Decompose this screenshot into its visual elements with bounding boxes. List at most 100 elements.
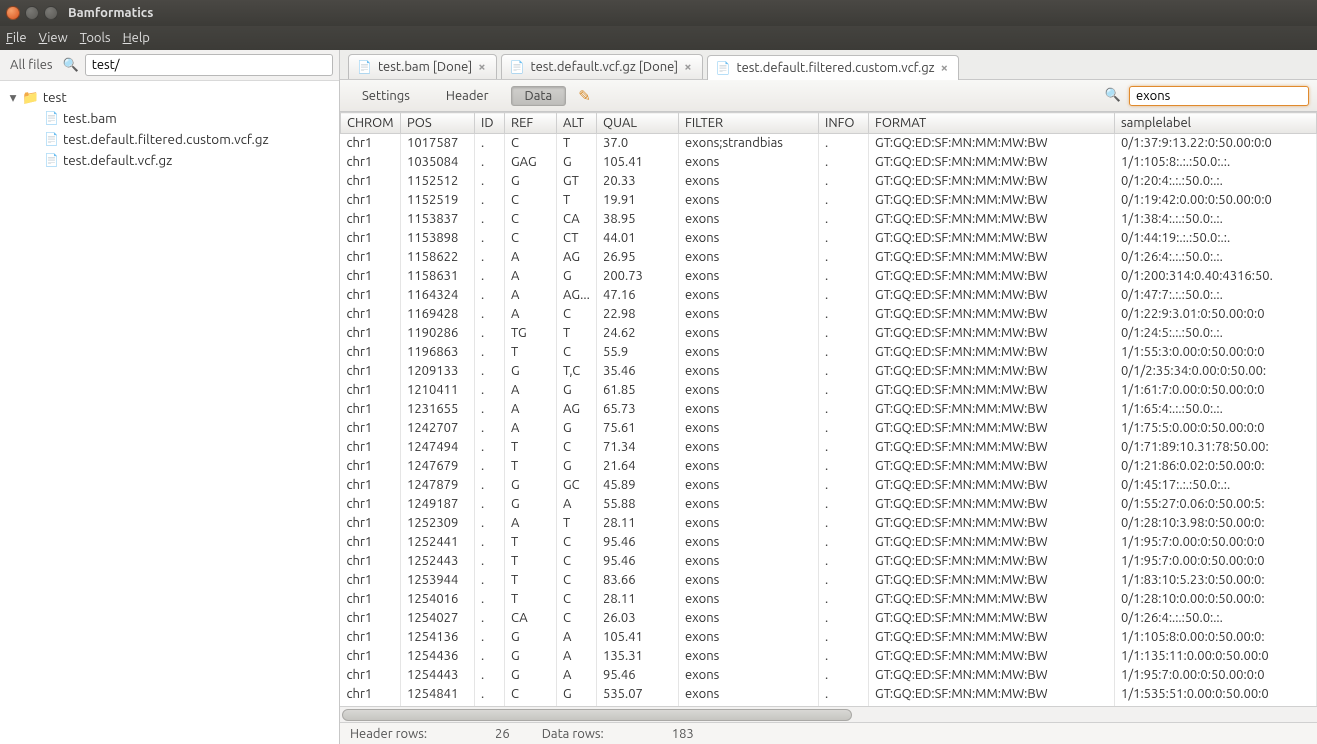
table-cell: A bbox=[505, 248, 557, 267]
table-row[interactable]: chr11035084.GAGG105.41exons.GT:GQ:ED:SF:… bbox=[341, 153, 1317, 172]
tree-file[interactable]: 📄test.bam bbox=[30, 108, 331, 129]
column-header[interactable]: POS bbox=[401, 113, 475, 134]
table-search-input[interactable] bbox=[1136, 89, 1307, 103]
table-row[interactable]: chr11153898.CCT44.01exons.GT:GQ:ED:SF:MN… bbox=[341, 229, 1317, 248]
table-row[interactable]: chr11252309.AT28.11exons.GT:GQ:ED:SF:MN:… bbox=[341, 514, 1317, 533]
table-cell: . bbox=[819, 134, 869, 153]
column-header[interactable]: ALT bbox=[557, 113, 597, 134]
column-header[interactable]: CHROM bbox=[341, 113, 401, 134]
table-cell: exons bbox=[679, 267, 819, 286]
table-row[interactable]: chr11254841.CG535.07exons.GT:GQ:ED:SF:MN… bbox=[341, 685, 1317, 704]
tab[interactable]: 📄test.default.filtered.custom.vcf.gz× bbox=[707, 55, 959, 80]
tab[interactable]: 📄test.default.vcf.gz [Done]× bbox=[501, 54, 703, 79]
file-tree[interactable]: ▾ 📁 test 📄test.bam📄test.default.filtered… bbox=[0, 81, 339, 744]
table-cell: . bbox=[475, 628, 505, 647]
table-cell: GT:GQ:ED:SF:MN:MM:MW:BW bbox=[869, 457, 1115, 476]
table-row[interactable]: chr11247679.TG21.64exons.GT:GQ:ED:SF:MN:… bbox=[341, 457, 1317, 476]
menu-help[interactable]: Help bbox=[123, 31, 150, 45]
window-minimize-button[interactable] bbox=[25, 6, 39, 20]
close-icon[interactable]: × bbox=[684, 60, 691, 74]
table-cell: 1254027 bbox=[401, 609, 475, 628]
table-row[interactable]: chr11249187.GA55.88exons.GT:GQ:ED:SF:MN:… bbox=[341, 495, 1317, 514]
column-header[interactable]: ID bbox=[475, 113, 505, 134]
collapse-icon[interactable]: ▾ bbox=[8, 87, 18, 108]
menu-view[interactable]: View bbox=[39, 31, 68, 45]
table-cell: 1254443 bbox=[401, 666, 475, 685]
column-header[interactable]: FILTER bbox=[679, 113, 819, 134]
tree-file-label: test.bam bbox=[63, 108, 117, 129]
table-row[interactable]: chr11254016.TC28.11exons.GT:GQ:ED:SF:MN:… bbox=[341, 590, 1317, 609]
table-row[interactable]: chr11252443.TC95.46exons.GT:GQ:ED:SF:MN:… bbox=[341, 552, 1317, 571]
table-cell: . bbox=[475, 685, 505, 704]
table-search-box[interactable] bbox=[1129, 86, 1309, 106]
tree-folder-test[interactable]: ▾ 📁 test bbox=[8, 87, 331, 108]
table-cell: GT:GQ:ED:SF:MN:MM:MW:BW bbox=[869, 305, 1115, 324]
window-close-button[interactable] bbox=[6, 6, 20, 20]
menu-tools[interactable]: Tools bbox=[80, 31, 111, 45]
table-row[interactable]: chr11164324.AAG...47.16exons.GT:GQ:ED:SF… bbox=[341, 286, 1317, 305]
sidebar-search-input[interactable] bbox=[85, 54, 333, 76]
table-row[interactable]: chr11254027.CAC26.03exons.GT:GQ:ED:SF:MN… bbox=[341, 609, 1317, 628]
table-cell: exons bbox=[679, 419, 819, 438]
table-row[interactable]: chr11252441.TC95.46exons.GT:GQ:ED:SF:MN:… bbox=[341, 533, 1317, 552]
toolbar-settings-button[interactable]: Settings bbox=[348, 86, 424, 106]
table-row[interactable]: chr11153837.CCA38.95exons.GT:GQ:ED:SF:MN… bbox=[341, 210, 1317, 229]
table-cell: chr1 bbox=[341, 229, 401, 248]
table-cell: T bbox=[505, 552, 557, 571]
menu-file[interactable]: File bbox=[6, 31, 27, 45]
edit-icon[interactable]: ✎ bbox=[578, 87, 591, 105]
table-row[interactable]: chr11017587.CT37.0exons;strandbias.GT:GQ… bbox=[341, 134, 1317, 153]
table-row[interactable]: chr11242707.AG75.61exons.GT:GQ:ED:SF:MN:… bbox=[341, 419, 1317, 438]
scrollbar-thumb[interactable] bbox=[342, 709, 852, 721]
table-cell: 35.46 bbox=[597, 362, 679, 381]
table-cell: . bbox=[475, 362, 505, 381]
horizontal-scrollbar[interactable] bbox=[340, 706, 1317, 722]
table-row[interactable]: chr11190286.TGT24.62exons.GT:GQ:ED:SF:MN… bbox=[341, 324, 1317, 343]
close-icon[interactable]: × bbox=[478, 60, 485, 74]
table-row[interactable]: chr11254136.GA105.41exons.GT:GQ:ED:SF:MN… bbox=[341, 628, 1317, 647]
table-cell: 1/1:75:5:0.00:0:50.00:0:0 bbox=[1115, 419, 1317, 438]
table-row[interactable]: chr11231655.AAG65.73exons.GT:GQ:ED:SF:MN… bbox=[341, 400, 1317, 419]
table-row[interactable]: chr11253944.TC83.66exons.GT:GQ:ED:SF:MN:… bbox=[341, 571, 1317, 590]
table-row[interactable]: chr11247494.TC71.34exons.GT:GQ:ED:SF:MN:… bbox=[341, 438, 1317, 457]
table-row[interactable]: chr11254443.GA95.46exons.GT:GQ:ED:SF:MN:… bbox=[341, 666, 1317, 685]
column-header[interactable]: INFO bbox=[819, 113, 869, 134]
table-row[interactable]: chr11152519.CT19.91exons.GT:GQ:ED:SF:MN:… bbox=[341, 191, 1317, 210]
table-cell: . bbox=[475, 609, 505, 628]
table-cell: 1/1:95:7:0.00:0:50.00:0:0 bbox=[1115, 552, 1317, 571]
table-row[interactable]: chr11158622.AAG26.95exons.GT:GQ:ED:SF:MN… bbox=[341, 248, 1317, 267]
table-row[interactable]: chr11152512.GGT20.33exons.GT:GQ:ED:SF:MN… bbox=[341, 172, 1317, 191]
tab[interactable]: 📄test.bam [Done]× bbox=[348, 54, 497, 79]
toolbar-header-button[interactable]: Header bbox=[432, 86, 503, 106]
table-cell: 0/1:26:4:.:.:50.0:.:. bbox=[1115, 609, 1317, 628]
tree-file[interactable]: 📄test.default.filtered.custom.vcf.gz bbox=[30, 129, 331, 150]
window-maximize-button[interactable] bbox=[44, 6, 58, 20]
table-row[interactable]: chr11158631.AG200.73exons.GT:GQ:ED:SF:MN… bbox=[341, 267, 1317, 286]
column-header[interactable]: REF bbox=[505, 113, 557, 134]
table-row[interactable]: chr11247879.GGC45.89exons.GT:GQ:ED:SF:MN… bbox=[341, 476, 1317, 495]
close-icon[interactable]: × bbox=[941, 61, 948, 75]
table-row[interactable]: chr11196863.TC55.9exons.GT:GQ:ED:SF:MN:M… bbox=[341, 343, 1317, 362]
table-cell: exons bbox=[679, 343, 819, 362]
table-cell: exons bbox=[679, 172, 819, 191]
table-cell: chr1 bbox=[341, 495, 401, 514]
table-cell: chr1 bbox=[341, 381, 401, 400]
table-cell: T bbox=[557, 191, 597, 210]
column-header[interactable]: QUAL bbox=[597, 113, 679, 134]
table-cell: C bbox=[557, 609, 597, 628]
toolbar-data-button[interactable]: Data bbox=[511, 86, 567, 106]
table-row[interactable]: chr11169428.AC22.98exons.GT:GQ:ED:SF:MN:… bbox=[341, 305, 1317, 324]
column-header[interactable]: samplelabel bbox=[1115, 113, 1317, 134]
table-cell: 1158622 bbox=[401, 248, 475, 267]
table-row[interactable]: chr11254436.GA135.31exons.GT:GQ:ED:SF:MN… bbox=[341, 647, 1317, 666]
table-row[interactable]: chr11210411.AG61.85exons.GT:GQ:ED:SF:MN:… bbox=[341, 381, 1317, 400]
column-header[interactable]: FORMAT bbox=[869, 113, 1115, 134]
table-cell: 200.73 bbox=[597, 267, 679, 286]
table-row[interactable]: chr11209133.GT,C35.46exons.GT:GQ:ED:SF:M… bbox=[341, 362, 1317, 381]
table-cell: T,C bbox=[557, 362, 597, 381]
data-table[interactable]: CHROMPOSIDREFALTQUALFILTERINFOFORMATsamp… bbox=[340, 112, 1317, 706]
table-cell: 1017587 bbox=[401, 134, 475, 153]
tree-file[interactable]: 📄test.default.vcf.gz bbox=[30, 150, 331, 171]
table-cell: 0/1:28:10:0.00:0:50.00:0: bbox=[1115, 590, 1317, 609]
table-cell: chr1 bbox=[341, 438, 401, 457]
